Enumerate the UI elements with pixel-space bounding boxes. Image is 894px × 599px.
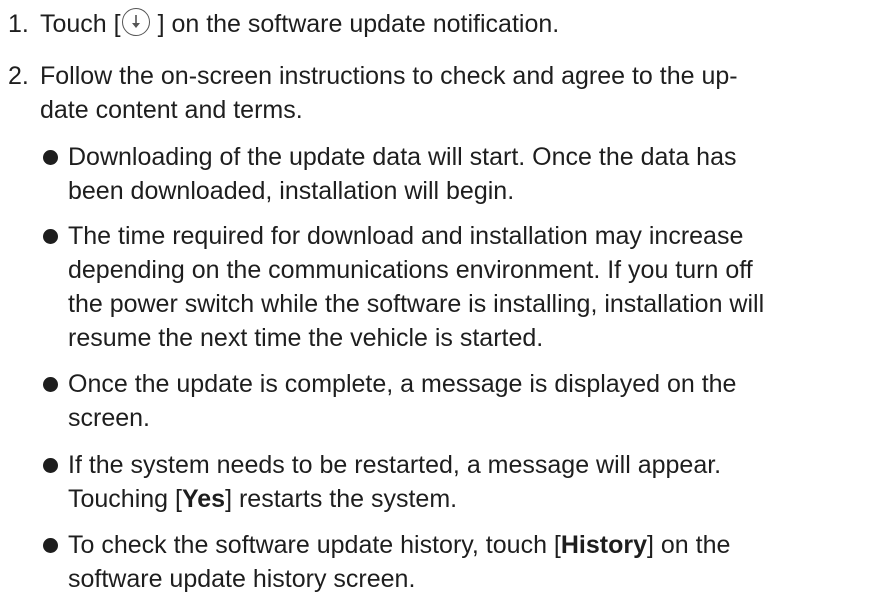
bullet-text: To check the software update history, to… xyxy=(68,528,894,596)
bullet-dot xyxy=(43,458,58,473)
text-fragment: ] on the xyxy=(647,531,731,559)
bullet-text: The time required for download and insta… xyxy=(68,219,894,355)
yes-button-label: Yes xyxy=(181,485,226,513)
bullet-dot xyxy=(43,229,58,244)
bullet-text-line: Touching [Yes] restarts the system. xyxy=(68,482,894,516)
step-text: Follow the on-screen instructions to che… xyxy=(40,59,890,127)
bullet-text-line: the power switch while the software is i… xyxy=(68,290,765,318)
bullet-text-line: If the system needs to be restarted, a m… xyxy=(68,451,722,479)
bullet-text: Once the update is complete, a message i… xyxy=(68,367,894,435)
bullet-text-line: Once the update is complete, a message i… xyxy=(68,370,737,398)
bullet-text-line: To check the software update history, to… xyxy=(68,528,894,562)
bullet-text-line: resume the next time the vehicle is star… xyxy=(68,324,544,352)
step-text-before: Touch [ xyxy=(40,10,121,38)
step-text-after: ] on the software update notification. xyxy=(157,10,560,38)
bullet-text-line: depending on the communications environm… xyxy=(68,256,753,284)
bullet-text: Downloading of the update data will star… xyxy=(68,140,894,208)
step-text: Touch [ ] on the software update notific… xyxy=(40,7,890,41)
download-arrow-icon xyxy=(121,8,150,36)
bullet-text: If the system needs to be restarted, a m… xyxy=(68,448,894,516)
step-number: 2. xyxy=(8,62,29,90)
bullet-text-line: been downloaded, installation will begin… xyxy=(68,177,515,205)
instruction-document: 1. Touch [ ] on the software update noti… xyxy=(0,0,894,599)
text-fragment: To check the software update history, to… xyxy=(68,531,561,559)
bullet-text-line: screen. xyxy=(68,404,150,432)
text-fragment: Touching [ xyxy=(68,485,182,513)
step-text-line: date content and terms. xyxy=(40,96,303,124)
bullet-dot xyxy=(43,538,58,553)
bullet-dot xyxy=(43,150,58,165)
text-fragment: ] restarts the system. xyxy=(225,485,458,513)
bullet-text-line: The time required for download and insta… xyxy=(68,222,744,250)
bullet-dot xyxy=(43,377,58,392)
history-button-label: History xyxy=(560,531,647,559)
bullet-text-line: Downloading of the update data will star… xyxy=(68,143,737,171)
step-number: 1. xyxy=(8,10,29,38)
bullet-text-line: software update history screen. xyxy=(68,565,416,593)
step-text-line: Follow the on-screen instructions to che… xyxy=(40,62,738,90)
